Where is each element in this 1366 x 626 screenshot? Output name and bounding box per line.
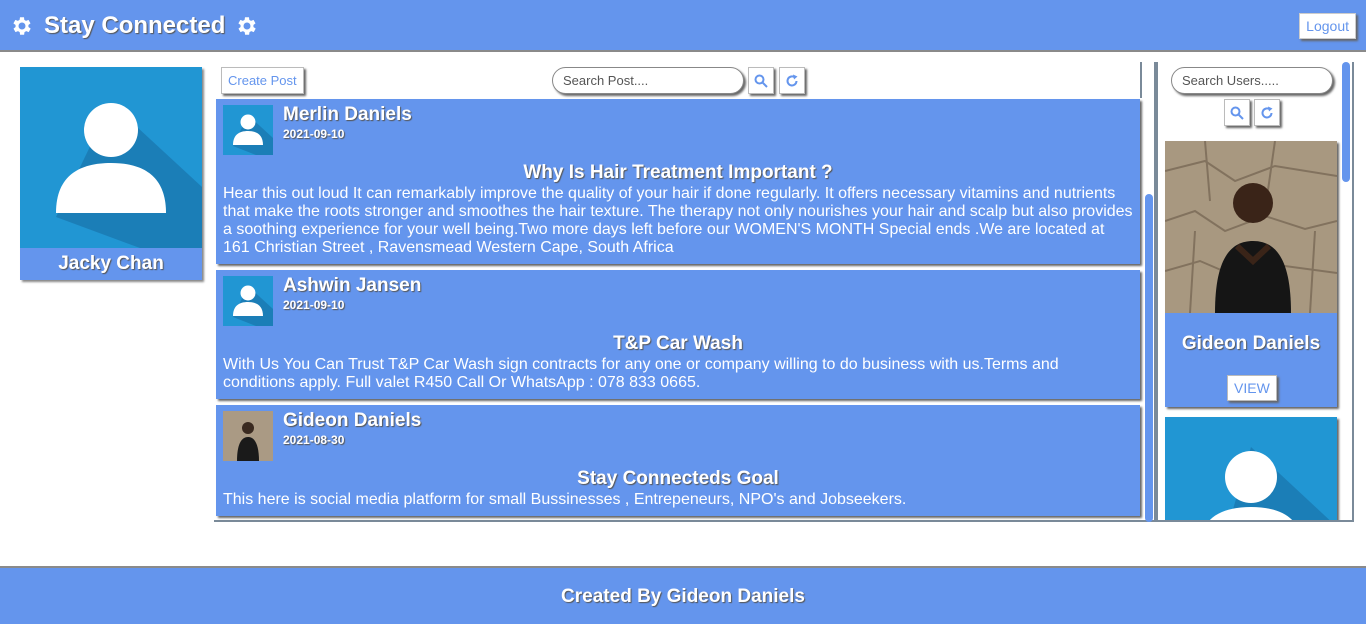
top-navbar: Stay Connected Logout [0,0,1366,52]
post-author-avatar [223,276,273,326]
post-author-avatar [223,105,273,155]
footer: Created By Gideon Daniels [0,566,1366,624]
post-author-name[interactable]: Gideon Daniels [283,410,421,432]
refresh-icon [786,74,798,86]
post-feed: Create Post Merlin Daniels 2021-0 [214,62,1156,522]
user-photo-icon [1165,141,1337,314]
default-user-avatar-icon [1165,417,1337,520]
post-card: Merlin Daniels 2021-09-10 Why Is Hair Tr… [216,99,1140,264]
post-card: Gideon Daniels 2021-08-30 Stay Connected… [216,405,1140,516]
create-post-button[interactable]: Create Post [221,67,304,94]
view-user-button[interactable]: VIEW [1227,375,1277,401]
post-author-name[interactable]: Ashwin Jansen [283,275,421,297]
search-icon [1230,106,1244,120]
gear-icon [13,17,31,35]
default-user-avatar-icon [20,67,202,248]
search-post-input[interactable] [552,67,744,94]
post-body: Hear this out loud It can remarkably imp… [223,185,1133,256]
brand: Stay Connected [10,12,259,40]
post-title: Stay Connecteds Goal [577,468,779,489]
logout-button[interactable]: Logout [1299,13,1356,39]
user-card-name: Gideon Daniels [1181,333,1321,354]
post-date: 2021-08-30 [283,433,345,447]
user-photo-icon [223,411,273,461]
refresh-posts-button[interactable] [779,67,805,94]
feed-scrollbar[interactable] [1145,194,1153,522]
refresh-users-button[interactable] [1254,99,1280,126]
post-body: With Us You Can Trust T&P Car Wash sign … [223,356,1059,391]
search-users-button[interactable] [1224,99,1250,126]
post-author-avatar [223,411,273,461]
search-icon [754,74,768,88]
profile-avatar [20,67,202,248]
post-date: 2021-09-10 [283,298,345,312]
post-author-name[interactable]: Merlin Daniels [283,104,412,126]
profile-name: Jacky Chan [20,248,202,280]
default-user-avatar-icon [223,105,273,155]
post-card: Ashwin Jansen 2021-09-10 T&P Car Wash Wi… [216,270,1140,399]
post-title: Why Is Hair Treatment Important ? [523,162,833,183]
users-scrollbar[interactable] [1342,62,1350,182]
post-title: T&P Car Wash [613,333,743,354]
post-body: This here is social media platform for s… [223,491,907,508]
profile-card[interactable]: Jacky Chan [20,67,202,280]
gear-icon [238,17,257,35]
search-users-input[interactable] [1171,67,1333,94]
post-date: 2021-09-10 [283,127,345,141]
users-sidebar: Gideon Daniels VIEW [1156,62,1354,522]
refresh-icon [1261,106,1273,118]
user-card [1165,417,1337,520]
search-post-button[interactable] [748,67,774,94]
feed-toolbar: Create Post [214,62,1142,98]
default-user-avatar-icon [223,276,273,326]
app-title: Stay Connected [44,12,226,39]
user-card: Gideon Daniels VIEW [1165,141,1337,407]
